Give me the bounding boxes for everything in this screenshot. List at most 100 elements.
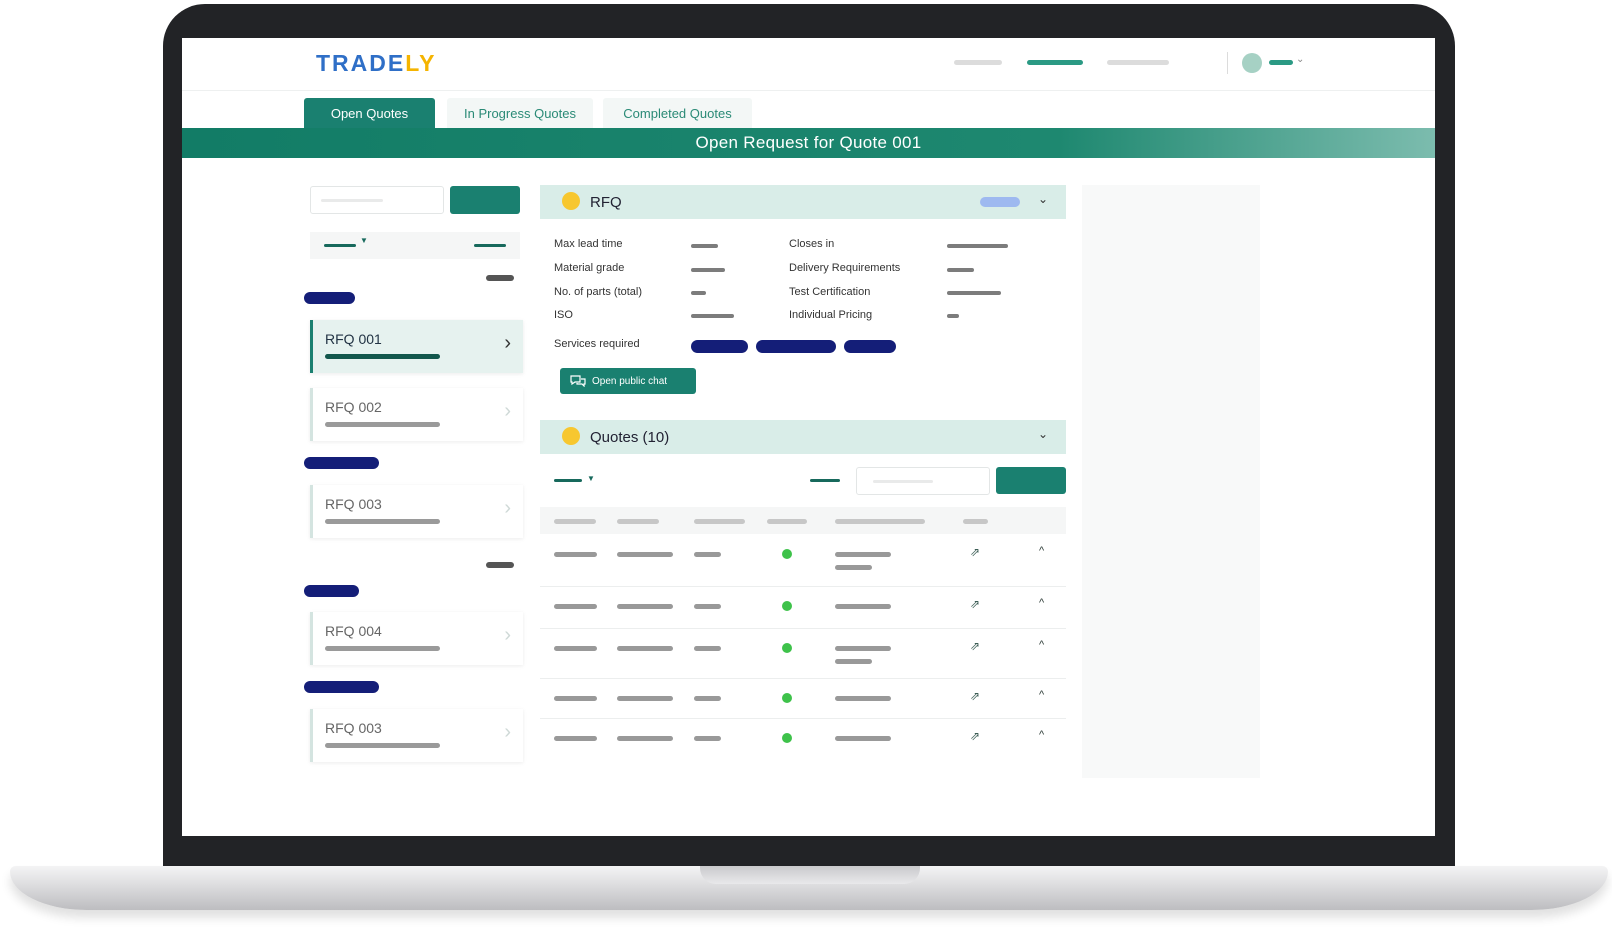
table-cell bbox=[554, 736, 597, 741]
chevron-up-icon[interactable]: ^ bbox=[1039, 545, 1044, 557]
external-link-icon[interactable]: ⇗ bbox=[970, 597, 980, 611]
group-date bbox=[486, 275, 514, 281]
table-cell bbox=[617, 552, 673, 557]
chat-button-label: Open public chat bbox=[592, 375, 668, 387]
table-cell bbox=[694, 552, 721, 557]
field-label: Material grade bbox=[554, 262, 625, 274]
quotes-table-header bbox=[540, 507, 1066, 534]
table-cell bbox=[617, 646, 673, 651]
column-header bbox=[617, 519, 659, 524]
chevron-up-icon[interactable]: ^ bbox=[1039, 639, 1044, 651]
table-cell bbox=[554, 696, 597, 701]
chevron-right-icon: › bbox=[504, 332, 511, 354]
caret-down-icon: ▼ bbox=[587, 474, 595, 483]
sort-option[interactable] bbox=[324, 244, 356, 247]
page-title: Open Request for Quote 001 bbox=[182, 128, 1435, 158]
search-placeholder bbox=[873, 480, 933, 483]
table-cell bbox=[694, 604, 721, 609]
field-label: Closes in bbox=[789, 238, 835, 250]
user-name[interactable] bbox=[1269, 60, 1293, 65]
table-row[interactable]: ⇗ ^ bbox=[540, 586, 1066, 629]
rfq-search-input[interactable] bbox=[310, 186, 444, 214]
field-value bbox=[947, 244, 1008, 248]
nav-link-3[interactable] bbox=[1107, 60, 1169, 65]
chevron-right-icon: › bbox=[504, 624, 511, 646]
field-label: ISO bbox=[554, 309, 573, 321]
nav-divider bbox=[1227, 52, 1228, 74]
rfq-list-item[interactable]: RFQ 003 › bbox=[310, 485, 523, 538]
chevron-right-icon: › bbox=[504, 497, 511, 519]
table-cell bbox=[694, 646, 721, 651]
quotes-search-button[interactable] bbox=[996, 467, 1066, 494]
laptop-notch bbox=[700, 866, 920, 884]
table-cell bbox=[617, 604, 673, 609]
chevron-down-icon[interactable]: ⌄ bbox=[1038, 427, 1048, 441]
status-indicator bbox=[782, 549, 792, 559]
table-row[interactable]: ⇗ ^ bbox=[540, 678, 1066, 719]
service-tag bbox=[844, 340, 896, 353]
rfq-progress bbox=[325, 519, 440, 524]
rfq-list-item[interactable]: RFQ 001 › bbox=[310, 320, 523, 373]
quotes-search-input[interactable] bbox=[856, 467, 990, 495]
table-row[interactable]: ⇗ ^ bbox=[540, 534, 1066, 587]
tab-open-quotes[interactable]: Open Quotes bbox=[304, 98, 435, 128]
table-row[interactable]: ⇗ ^ bbox=[540, 718, 1066, 758]
tab-completed-quotes[interactable]: Completed Quotes bbox=[603, 98, 752, 128]
nav-link-active[interactable] bbox=[1027, 60, 1083, 65]
field-value bbox=[691, 314, 734, 318]
status-badge bbox=[304, 457, 379, 469]
chevron-right-icon: › bbox=[504, 721, 511, 743]
status-badge bbox=[304, 292, 355, 304]
table-row[interactable]: ⇗ ^ bbox=[540, 628, 1066, 679]
field-label: Max lead time bbox=[554, 238, 623, 250]
column-header bbox=[835, 519, 925, 524]
status-indicator bbox=[782, 693, 792, 703]
table-cell bbox=[554, 646, 597, 651]
column-header bbox=[694, 519, 745, 524]
external-link-icon[interactable]: ⇗ bbox=[970, 729, 980, 743]
rfq-list-item[interactable]: RFQ 004 › bbox=[310, 612, 523, 665]
chevron-up-icon[interactable]: ^ bbox=[1039, 729, 1044, 741]
chevron-up-icon[interactable]: ^ bbox=[1039, 689, 1044, 701]
avatar[interactable] bbox=[1242, 53, 1262, 73]
external-link-icon[interactable]: ⇗ bbox=[970, 689, 980, 703]
chevron-down-icon[interactable]: ⌄ bbox=[1296, 54, 1304, 65]
tradely-logo[interactable]: TRADELY bbox=[316, 50, 437, 77]
column-header bbox=[554, 519, 596, 524]
field-label: Individual Pricing bbox=[789, 309, 873, 321]
services-label: Services required bbox=[554, 338, 640, 350]
status-badge bbox=[980, 197, 1020, 207]
rfq-panel-title: RFQ bbox=[590, 194, 622, 211]
rfq-label: RFQ 002 bbox=[325, 399, 382, 415]
rfq-panel-header[interactable]: RFQ ⌄ bbox=[540, 185, 1066, 219]
rfq-list-item[interactable]: RFQ 002 › bbox=[310, 388, 523, 441]
sort-option-right[interactable] bbox=[474, 244, 506, 247]
status-dot bbox=[562, 192, 580, 210]
rfq-sort-bar[interactable]: ▼ bbox=[310, 232, 520, 259]
column-header bbox=[767, 519, 807, 524]
table-cell bbox=[835, 659, 872, 664]
field-label: No. of parts (total) bbox=[554, 286, 643, 298]
rfq-search-button[interactable] bbox=[450, 186, 520, 214]
external-link-icon[interactable]: ⇗ bbox=[970, 545, 980, 559]
search-placeholder bbox=[321, 199, 383, 202]
status-indicator bbox=[782, 733, 792, 743]
field-value bbox=[691, 268, 725, 272]
nav-link-1[interactable] bbox=[954, 60, 1002, 65]
external-link-icon[interactable]: ⇗ bbox=[970, 639, 980, 653]
quotes-panel-title: Quotes (10) bbox=[590, 429, 670, 446]
side-panel bbox=[1082, 185, 1260, 778]
rfq-list-item[interactable]: RFQ 003 › bbox=[310, 709, 523, 762]
open-public-chat-button[interactable]: Open public chat bbox=[560, 368, 696, 394]
rfq-label: RFQ 003 bbox=[325, 720, 382, 736]
quotes-sort[interactable] bbox=[554, 479, 582, 482]
top-navbar: TRADELY ⌄ bbox=[182, 38, 1435, 91]
field-value bbox=[947, 291, 1001, 295]
tab-in-progress-quotes[interactable]: In Progress Quotes bbox=[447, 98, 593, 128]
chevron-down-icon[interactable]: ⌄ bbox=[1038, 192, 1048, 206]
table-cell bbox=[835, 736, 891, 741]
quotes-filter[interactable] bbox=[810, 479, 840, 482]
chevron-up-icon[interactable]: ^ bbox=[1039, 597, 1044, 609]
status-indicator bbox=[782, 601, 792, 611]
quotes-panel-header[interactable]: Quotes (10) ⌄ bbox=[540, 420, 1066, 454]
